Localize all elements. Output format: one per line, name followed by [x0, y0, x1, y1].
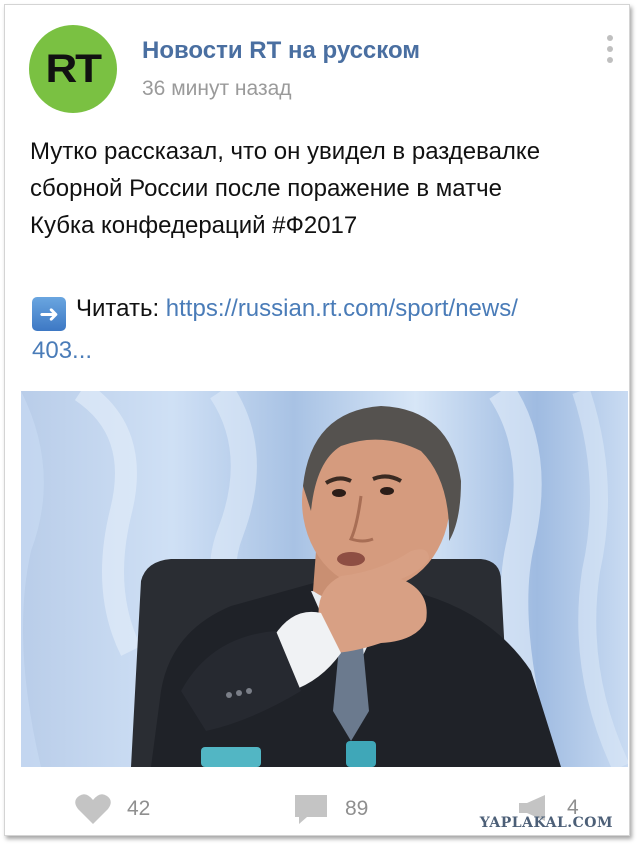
avatar[interactable]: RT — [29, 25, 117, 113]
post-text-line: Мутко рассказал, что он увидел в раздева… — [30, 138, 541, 165]
post-photo[interactable] — [21, 391, 628, 767]
post-text-line: сборной России после поражение в матче — [30, 175, 502, 202]
avatar-logo-text: RT — [45, 46, 102, 91]
heart-icon — [75, 794, 111, 824]
comment-count: 89 — [345, 797, 369, 820]
photo-illustration — [21, 391, 628, 767]
more-vertical-icon[interactable] — [605, 35, 615, 69]
post-header: RT Новости RT на русском 36 минут назад — [29, 25, 623, 115]
post-footer: 42 89 4 YAPLAKAL.COM — [5, 785, 631, 835]
post-card: RT Новости RT на русском 36 минут назад … — [4, 4, 630, 836]
post-text: Мутко рассказал, что он увидел в раздева… — [30, 133, 630, 244]
post-timestamp: 36 минут назад — [142, 77, 292, 100]
read-more-block: ➜ Читать: https://russian.rt.com/sport/ne… — [32, 289, 632, 371]
comment-button[interactable]: 89 — [293, 793, 368, 825]
comment-icon — [295, 795, 327, 824]
like-button[interactable]: 42 — [75, 793, 150, 825]
post-text-line: Кубка конфедераций #Ф2017 — [30, 212, 358, 239]
arrow-right-icon: ➜ — [32, 297, 66, 331]
like-count: 42 — [127, 797, 151, 820]
source-name-link[interactable]: Новости RT на русском — [142, 37, 420, 65]
read-label: Читать: — [76, 295, 160, 322]
article-link-continued[interactable]: 403... — [32, 331, 632, 371]
article-link[interactable]: https://russian.rt.com/sport/news/ — [166, 295, 518, 322]
watermark: YAPLAKAL.COM — [479, 815, 613, 831]
